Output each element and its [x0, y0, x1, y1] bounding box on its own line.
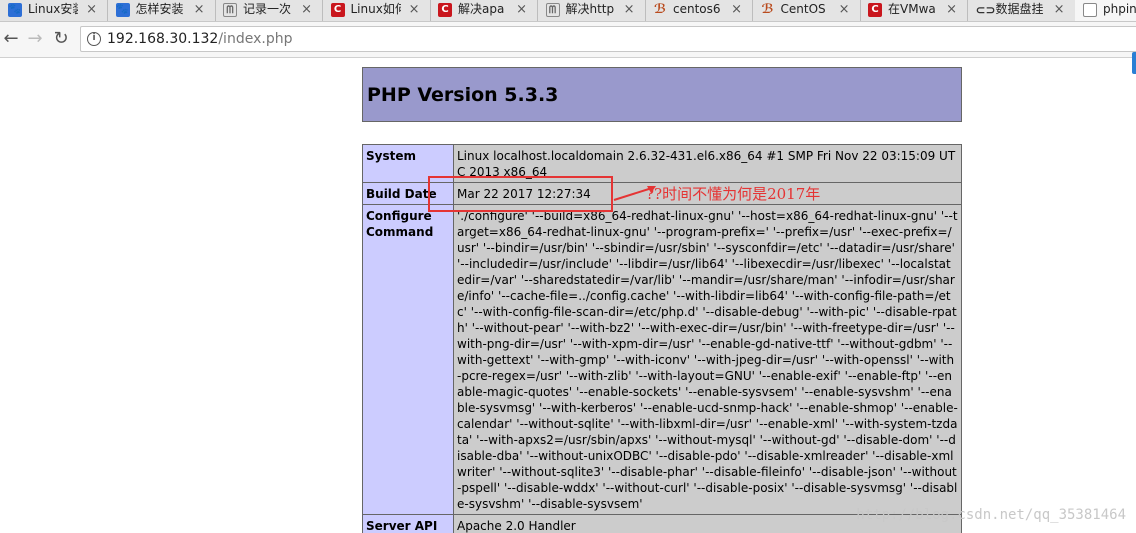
tab-close-icon[interactable]: ×	[194, 0, 205, 19]
tab-close-icon[interactable]: ×	[624, 0, 635, 19]
tab-close-icon[interactable]: ×	[731, 0, 742, 19]
tab-4[interactable]: C 解决apa ×	[430, 0, 538, 21]
tab-close-icon[interactable]: ×	[839, 0, 850, 19]
tab-close-icon[interactable]: ×	[409, 0, 420, 19]
data-icon: ⊂⊃	[975, 3, 996, 17]
tab-title: Linux如何	[350, 2, 401, 16]
tab-title: 解决apa	[458, 2, 505, 16]
tab-2[interactable]: ᗰ 记录一次 ×	[215, 0, 323, 21]
php-version-title: PHP Version 5.3.3	[367, 84, 559, 106]
annotation-highlight-box	[428, 176, 613, 212]
forward-button[interactable]: →	[24, 28, 46, 50]
row-label: Server API	[362, 514, 454, 533]
row-label: Configure Command	[362, 204, 454, 515]
tab-strip: 🐾 Linux安装 × 🐾 怎样安装 × ᗰ 记录一次 × C Linux如何 × C 解决apa × ᗰ 解决…	[0, 0, 1136, 22]
tab-3[interactable]: C Linux如何 ×	[323, 0, 431, 21]
php-version-header: PHP Version 5.3.3	[362, 67, 962, 122]
tab-9[interactable]: ⊂⊃ 数据盘挂 ×	[968, 0, 1076, 21]
url-path: /index.php	[218, 31, 293, 47]
tab-8[interactable]: C 在VMwa ×	[860, 0, 968, 21]
tab-title: 数据盘挂	[995, 2, 1044, 16]
tab-title: 记录一次	[243, 2, 292, 16]
table-row: Configure Command './configure' '--build=…	[362, 204, 962, 515]
url-text[interactable]: 192.168.30.132/index.php	[107, 27, 292, 51]
baidu-paw-icon: 🐾	[115, 3, 130, 17]
csdn-icon: C	[868, 3, 882, 17]
reload-icon: ↻	[53, 28, 69, 49]
page-icon	[1083, 3, 1097, 17]
page-content: PHP Version 5.3.3 System Linux localhost.…	[0, 58, 1136, 533]
url-host: 192.168.30.132	[107, 31, 219, 47]
tab-5[interactable]: ᗰ 解决http ×	[538, 0, 646, 21]
tab-close-icon[interactable]: ×	[301, 0, 312, 19]
browser-toolbar: ← → ↻ i 192.168.30.132/index.php	[0, 22, 1136, 58]
forward-arrow-icon: →	[27, 28, 43, 49]
tab-title: phpinfo	[1103, 2, 1136, 16]
tab-close-icon[interactable]: ×	[1054, 0, 1065, 19]
tab-close-icon[interactable]: ×	[86, 0, 97, 19]
row-value: './configure' '--build=x86_64-redhat-lin…	[453, 204, 962, 515]
back-button[interactable]: ←	[0, 28, 22, 50]
tab-1[interactable]: 🐾 怎样安装 ×	[108, 0, 216, 21]
tab-title: Linux安装	[28, 2, 78, 16]
tab-10[interactable]: phpinfo	[1075, 0, 1136, 21]
tab-title: 解决http	[565, 2, 615, 16]
address-bar[interactable]: i 192.168.30.132/index.php	[80, 26, 1136, 52]
site-info-icon[interactable]: i	[87, 32, 101, 46]
tab-title: centos6	[673, 2, 721, 16]
baidu-paw-icon: 🐾	[8, 3, 22, 17]
jianshu-icon: ℬ	[761, 2, 774, 17]
watermark: http://blog.csdn.net/qq_35381464	[856, 507, 1126, 523]
csdn-icon: C	[330, 3, 345, 17]
tab-6[interactable]: ℬcentos6 ×	[645, 0, 753, 21]
tab-7[interactable]: ℬ CentOS ×	[753, 0, 861, 21]
reload-button[interactable]: ↻	[50, 28, 72, 50]
tab-title: CentOS	[780, 2, 826, 16]
jianshu-icon: ℬ	[653, 2, 667, 17]
annotation-text: ??时间不懂为何是2017年	[646, 185, 821, 203]
cnblogs-icon: ᗰ	[545, 3, 560, 17]
csdn-icon: C	[438, 3, 452, 17]
tab-0[interactable]: 🐾 Linux安装 ×	[0, 0, 108, 21]
cnblogs-icon: ᗰ	[223, 3, 237, 17]
tab-close-icon[interactable]: ×	[516, 0, 527, 19]
back-arrow-icon: ←	[3, 28, 19, 49]
tab-title: 在VMwa	[888, 2, 936, 16]
tab-close-icon[interactable]: ×	[946, 0, 957, 19]
tab-title: 怎样安装	[135, 2, 184, 16]
